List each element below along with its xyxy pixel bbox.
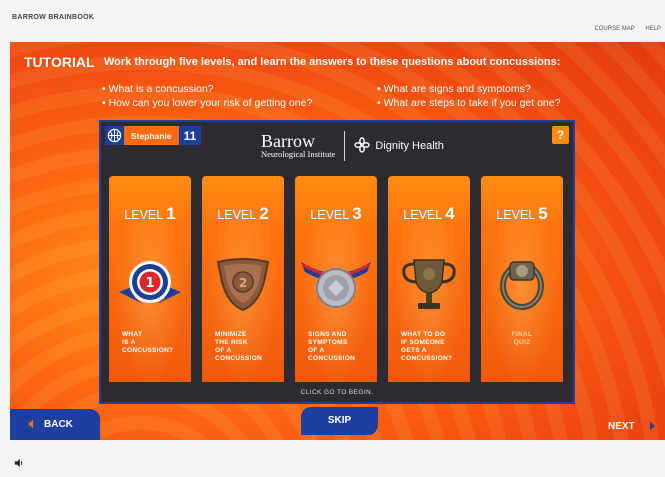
barrow-logo-name: Barrow bbox=[261, 131, 315, 151]
question-item: • What are steps to take if you get one? bbox=[377, 97, 561, 109]
instruction-text: CLICK GO TO BEGIN. bbox=[300, 389, 374, 396]
dignity-health-symbol-icon bbox=[354, 136, 371, 156]
ring-icon bbox=[500, 261, 544, 310]
back-button[interactable]: BACK bbox=[10, 409, 100, 440]
skip-button[interactable]: SKIP bbox=[301, 407, 378, 435]
player-badge: Stephanie 11 bbox=[105, 126, 202, 145]
level-title: LEVEL 5 bbox=[481, 204, 563, 224]
logo-divider bbox=[344, 131, 346, 161]
level-description: SIGNS AND SYMPTOMS OF A CONCUSSION bbox=[308, 331, 356, 362]
question-item: • What are signs and symptoms? bbox=[377, 83, 531, 95]
silver-medal-icon bbox=[301, 262, 371, 308]
barrow-logo-subtitle: Neurological Institute bbox=[261, 149, 336, 159]
course-map-link[interactable]: COURSE MAP bbox=[594, 26, 634, 32]
tutorial-heading: Work through five levels, and learn the … bbox=[104, 56, 561, 68]
back-label: BACK bbox=[44, 419, 73, 430]
top-bar: BARROW BRAINBOOK COURSE MAP HELP bbox=[0, 0, 665, 42]
level-card-3[interactable]: LEVEL 3 SIGNS AND SYMPTOMS OF A CONCUSSI… bbox=[295, 176, 377, 382]
svg-text:2: 2 bbox=[239, 276, 247, 290]
level-description: FINAL QUIZ bbox=[511, 331, 533, 346]
level-description: WHAT IS A CONCUSSION? bbox=[122, 331, 174, 354]
top-links: COURSE MAP HELP bbox=[585, 26, 661, 32]
svg-text:1: 1 bbox=[145, 276, 154, 291]
level-title: LEVEL 2 bbox=[202, 204, 284, 224]
level-prefix: LEVEL bbox=[310, 208, 349, 222]
level-number: 3 bbox=[352, 204, 362, 223]
level-card-2[interactable]: LEVEL 2 2 MINIMIZE THE RISK OF A CONCUSS… bbox=[202, 176, 284, 382]
dignity-health-name: Dignity Health bbox=[375, 140, 444, 152]
level-title: LEVEL 4 bbox=[388, 204, 470, 224]
tutorial-stage: TUTORIAL Work through five levels, and l… bbox=[10, 42, 665, 440]
level-card-1[interactable]: LEVEL 1 1 WHAT IS A CONCUSSION? bbox=[109, 176, 191, 382]
arrow-left-icon bbox=[28, 420, 33, 428]
level-prefix: LEVEL bbox=[124, 208, 163, 222]
app-title: BARROW BRAINBOOK bbox=[12, 14, 95, 21]
trophy-icon bbox=[402, 259, 456, 309]
arrow-right-icon bbox=[650, 422, 655, 430]
level-prefix: LEVEL bbox=[217, 208, 256, 222]
level-prefix: LEVEL bbox=[496, 208, 535, 222]
next-button[interactable]: NEXT bbox=[590, 415, 665, 437]
level-select-panel: Stephanie 11 Barrow Neurological Institu… bbox=[99, 120, 575, 404]
level-title: LEVEL 1 bbox=[109, 204, 191, 224]
speaker-icon[interactable] bbox=[14, 455, 24, 473]
help-link[interactable]: HELP bbox=[645, 26, 661, 32]
level-number: 2 bbox=[259, 204, 269, 223]
level-number: 5 bbox=[538, 204, 548, 223]
barrow-logo: Barrow Neurological Institute bbox=[261, 131, 336, 159]
level-title: LEVEL 3 bbox=[295, 204, 377, 224]
player-name: Stephanie bbox=[124, 126, 179, 145]
dignity-health-logo: Dignity Health bbox=[354, 136, 444, 156]
level-card-4[interactable]: LEVEL 4 WHAT TO DO IF SOMEONE GETS A CON… bbox=[388, 176, 470, 382]
tutorial-label: TUTORIAL bbox=[24, 54, 95, 70]
help-button[interactable]: ? bbox=[552, 126, 569, 144]
level-description: MINIMIZE THE RISK OF A CONCUSSION bbox=[215, 331, 263, 362]
player-number: 11 bbox=[178, 126, 202, 145]
level-prefix: LEVEL bbox=[403, 208, 442, 222]
level-number: 1 bbox=[166, 204, 176, 223]
ribbon-medal-icon: 1 bbox=[119, 261, 181, 304]
level-description: WHAT TO DO IF SOMEONE GETS A CONCUSSION? bbox=[401, 331, 453, 362]
bronze-shield-icon: 2 bbox=[216, 258, 270, 312]
basketball-icon bbox=[105, 126, 124, 145]
bottom-bar bbox=[0, 440, 665, 477]
question-item: • How can you lower your risk of getting… bbox=[102, 97, 313, 109]
sponsor-logos: Barrow Neurological Institute Dignity He… bbox=[261, 128, 444, 164]
question-item: • What is a concussion? bbox=[102, 83, 214, 95]
level-card-5[interactable]: LEVEL 5 FINAL QUIZ bbox=[481, 176, 563, 382]
next-label: NEXT bbox=[608, 421, 635, 432]
level-number: 4 bbox=[445, 204, 455, 223]
